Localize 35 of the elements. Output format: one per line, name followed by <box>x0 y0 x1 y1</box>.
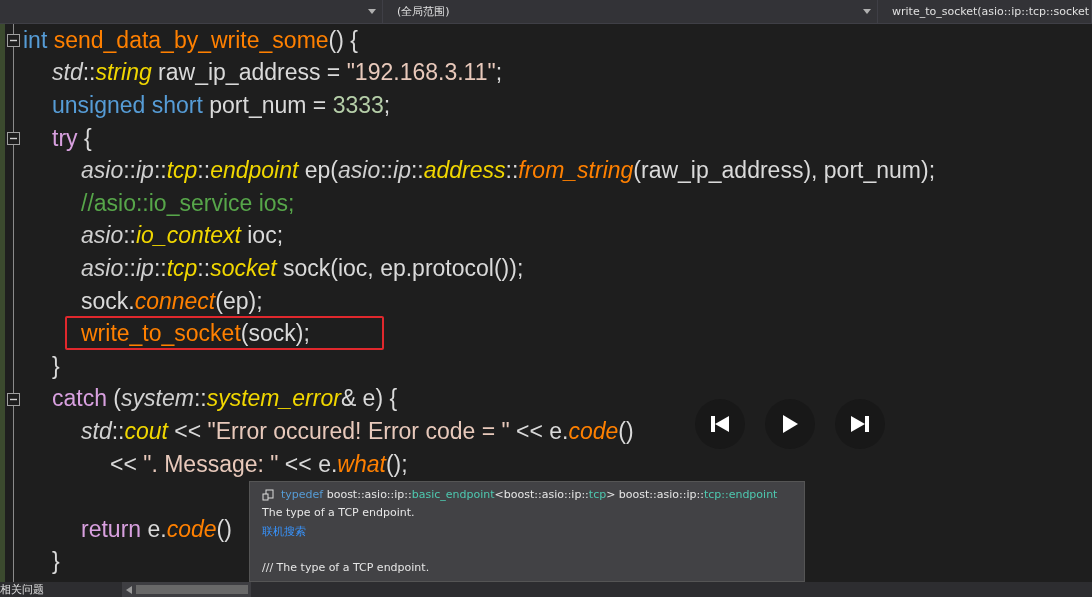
code-line: asio::io_context ioc; <box>80 221 285 251</box>
code-line: asio::ip::tcp::socket sock(ioc, ep.protocol()); <box>80 253 525 283</box>
caret-icon <box>863 9 871 14</box>
code-line: try { <box>51 123 93 153</box>
member-dropdown[interactable]: write_to_socket(asio::ip::tcp::socket <box>878 0 1092 23</box>
next-button[interactable] <box>835 399 885 449</box>
collapse-icon[interactable] <box>7 131 20 145</box>
play-icon <box>781 414 799 434</box>
previous-button[interactable] <box>695 399 745 449</box>
description-text: The type of a TCP endpoint. <box>262 506 416 519</box>
skip-forward-icon <box>849 415 871 433</box>
code-line: asio::ip::tcp::endpoint ep(asio::ip::address::from_string(raw_ip_address), port_num); <box>80 156 937 186</box>
code-line: return e.code() <box>80 514 233 544</box>
code-line: sock.connect(ep); <box>80 286 264 316</box>
collapse-icon[interactable] <box>7 34 20 47</box>
scope-dropdown[interactable]: (全局范围) <box>383 0 878 23</box>
horizontal-scrollbar[interactable] <box>122 582 251 597</box>
doc-comment: /// The type of a TCP endpoint. <box>262 561 431 574</box>
code-line: int send_data_by_write_some() { <box>22 25 359 55</box>
collapse-icon[interactable] <box>7 392 20 406</box>
code-line: unsigned short port_num = 3333; <box>51 91 392 120</box>
skip-back-icon <box>709 415 731 433</box>
scroll-left-icon[interactable] <box>126 585 132 594</box>
code-line: << ". Message: " << e.what(); <box>109 449 409 479</box>
code-line: } <box>51 547 61 577</box>
typedef-icon <box>262 488 274 501</box>
type-signature: typedef boost::asio::ip::basic_endpoint<boost::asio::ip::tcp> boost::asio::ip::tcp::endpoint <box>281 488 778 501</box>
code-line: std::cout << "Error occured! Error code = " << e.code() <box>80 416 635 446</box>
caret-icon <box>368 9 376 14</box>
code-line: catch (system::system_error& e) { <box>51 384 399 414</box>
code-line: } <box>51 351 61 381</box>
code-line: std::string raw_ip_address = "192.168.3.11"; <box>51 58 503 88</box>
code-line: //asio::io_service ios; <box>80 188 296 218</box>
related-issues-tab[interactable]: 相关问题 <box>0 582 122 597</box>
play-button[interactable] <box>765 399 815 449</box>
